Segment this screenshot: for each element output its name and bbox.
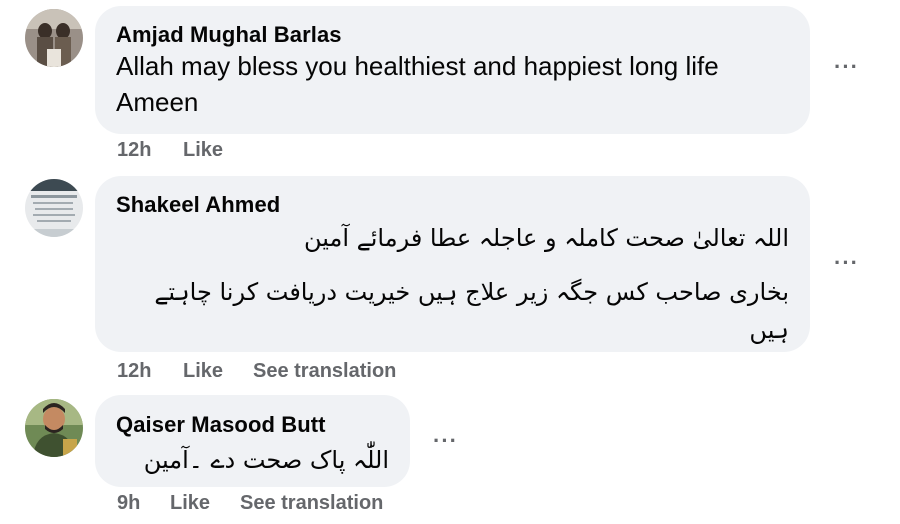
avatar[interactable] <box>25 9 83 67</box>
avatar[interactable] <box>25 399 83 457</box>
more-options-icon[interactable]: ··· <box>834 250 859 276</box>
more-options-icon[interactable]: ··· <box>433 428 458 454</box>
comment-text-line: اللّٰہ پاک صحت دے ۔آمین <box>143 446 389 474</box>
see-translation-link[interactable]: See translation <box>253 360 396 383</box>
avatar-photo-icon <box>25 9 83 67</box>
like-button[interactable]: Like <box>183 360 223 383</box>
avatar-photo-icon <box>25 179 83 237</box>
comment-text-line: بخاری صاحب کس جگہ زیر علاج ہیں خیریت دری… <box>154 278 789 306</box>
comment-author[interactable]: Qaiser Masood Butt <box>116 412 326 438</box>
like-button[interactable]: Like <box>183 139 223 162</box>
comment-timestamp[interactable]: 9h <box>117 492 140 515</box>
comment-author[interactable]: Amjad Mughal Barlas <box>116 22 342 48</box>
see-translation-link[interactable]: See translation <box>240 492 383 515</box>
comment-text-line: Allah may bless you healthiest and happi… <box>116 51 719 81</box>
avatar-photo-icon <box>25 399 83 457</box>
comment-text-line: اللہ تعالیٰ صحت کاملہ و عاجلہ عطا فرمائے… <box>304 224 789 252</box>
comment-timestamp[interactable]: 12h <box>117 360 151 383</box>
more-options-icon[interactable]: ··· <box>834 54 859 80</box>
comment-text-line: ہیں <box>749 316 789 344</box>
avatar[interactable] <box>25 179 83 237</box>
comment-timestamp[interactable]: 12h <box>117 139 151 162</box>
comment-author[interactable]: Shakeel Ahmed <box>116 192 280 218</box>
like-button[interactable]: Like <box>170 492 210 515</box>
comment-text-line: Ameen <box>116 87 199 117</box>
